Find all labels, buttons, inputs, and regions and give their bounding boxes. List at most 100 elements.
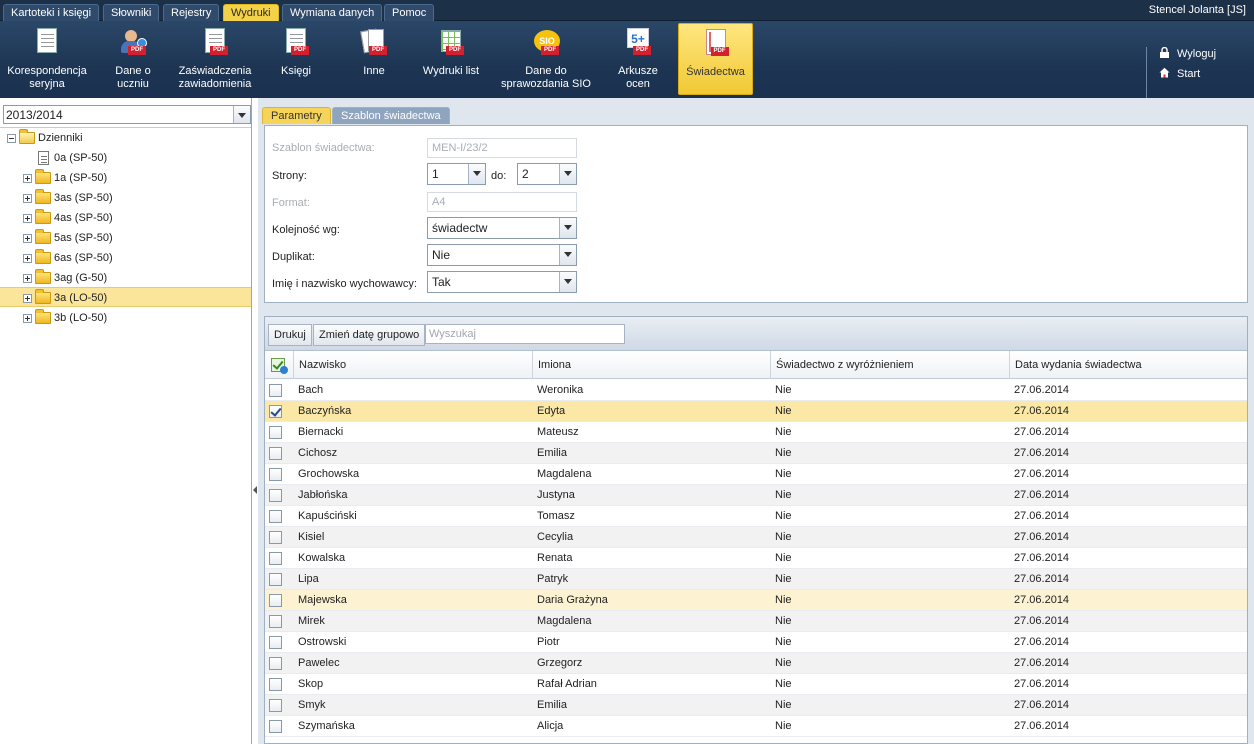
expand-icon[interactable] xyxy=(23,174,32,183)
row-checkbox[interactable] xyxy=(269,657,282,670)
expand-icon[interactable] xyxy=(23,194,32,203)
row-checkbox[interactable] xyxy=(269,699,282,712)
swiadectwa-button[interactable]: PDF Świadectwa xyxy=(678,23,753,95)
table-row[interactable]: Majewska Daria Grażyna Nie 27.06.2014 xyxy=(265,590,1247,611)
row-checkbox[interactable] xyxy=(269,594,282,607)
logout-link[interactable]: Wyloguj xyxy=(1159,46,1216,60)
tree-node[interactable]: 3as (SP-50) xyxy=(0,188,251,208)
change-date-button[interactable]: Zmień datę grupowo xyxy=(313,324,426,346)
column-data-wydania[interactable]: Data wydania świadectwa xyxy=(1009,351,1247,379)
row-checkbox[interactable] xyxy=(269,678,282,691)
expand-icon[interactable] xyxy=(23,254,32,263)
row-checkbox[interactable] xyxy=(269,468,282,481)
cell-data: 27.06.2014 xyxy=(1014,699,1070,711)
row-checkbox[interactable] xyxy=(269,384,282,397)
column-wyroznienie[interactable]: Świadectwo z wyróżnieniem xyxy=(770,351,1009,379)
row-checkbox[interactable] xyxy=(269,405,282,418)
tab-parametry[interactable]: Parametry xyxy=(262,107,331,124)
kolejnosc-select[interactable]: świadectw xyxy=(427,217,577,239)
table-row[interactable]: Kowalska Renata Nie 27.06.2014 xyxy=(265,548,1247,569)
cell-data: 27.06.2014 xyxy=(1014,531,1070,543)
row-checkbox[interactable] xyxy=(269,489,282,502)
chevron-down-icon[interactable] xyxy=(559,164,576,184)
tree-node-selected[interactable]: 3a (LO-50) xyxy=(0,287,251,307)
table-row[interactable]: Szymańska Alicja Nie 27.06.2014 xyxy=(265,716,1247,737)
row-checkbox[interactable] xyxy=(269,426,282,439)
dane-o-uczniu-button[interactable]: PDF Dane o uczniu xyxy=(108,23,158,95)
row-checkbox[interactable] xyxy=(269,531,282,544)
start-link[interactable]: Start xyxy=(1159,67,1200,80)
tree-root[interactable]: Dzienniki xyxy=(0,128,251,148)
strony-from-select[interactable]: 1 xyxy=(427,163,486,185)
arkusze-ocen-button[interactable]: 5+ PDF Arkusze ocen xyxy=(612,23,664,95)
table-row[interactable]: Bach Weronika Nie 27.06.2014 xyxy=(265,380,1247,401)
chevron-down-icon[interactable] xyxy=(233,106,250,123)
table-row[interactable]: Jabłońska Justyna Nie 27.06.2014 xyxy=(265,485,1247,506)
row-checkbox[interactable] xyxy=(269,615,282,628)
chevron-down-icon[interactable] xyxy=(559,245,576,265)
strony-to-value: 2 xyxy=(522,167,529,181)
strony-to-select[interactable]: 2 xyxy=(517,163,577,185)
table-row[interactable]: Lipa Patryk Nie 27.06.2014 xyxy=(265,569,1247,590)
chevron-down-icon[interactable] xyxy=(559,218,576,238)
expand-icon[interactable] xyxy=(23,234,32,243)
tree-node[interactable]: 1a (SP-50) xyxy=(0,168,251,188)
table-row[interactable]: Pawelec Grzegorz Nie 27.06.2014 xyxy=(265,653,1247,674)
inne-button[interactable]: PDF Inne xyxy=(348,23,400,95)
zaswiadczenia-button[interactable]: PDF Zaświadczenia zawiadomienia xyxy=(172,23,258,95)
cell-wyroznienie: Nie xyxy=(775,426,792,438)
table-row[interactable]: Cichosz Emilia Nie 27.06.2014 xyxy=(265,443,1247,464)
tree-node[interactable]: 4as (SP-50) xyxy=(0,208,251,228)
row-checkbox[interactable] xyxy=(269,573,282,586)
search-input[interactable]: Wyszukaj xyxy=(425,324,625,344)
collapse-icon[interactable] xyxy=(7,134,16,143)
chevron-down-icon[interactable] xyxy=(559,272,576,292)
row-checkbox[interactable] xyxy=(269,552,282,565)
menu-rejestry[interactable]: Rejestry xyxy=(163,4,220,21)
table-row[interactable]: Kisiel Cecylia Nie 27.06.2014 xyxy=(265,527,1247,548)
print-button[interactable]: Drukuj xyxy=(268,324,312,346)
ksiegi-button[interactable]: PDF Księgi xyxy=(270,23,322,95)
top-menu-bar: Kartoteki i księgi Słowniki Rejestry Wyd… xyxy=(0,0,1254,21)
wydruki-list-button[interactable]: PDF Wydruki list xyxy=(418,23,484,95)
expand-icon[interactable] xyxy=(23,314,32,323)
menu-slowniki[interactable]: Słowniki xyxy=(103,4,160,21)
table-row[interactable]: Kapuściński Tomasz Nie 27.06.2014 xyxy=(265,506,1247,527)
tree-node[interactable]: 5as (SP-50) xyxy=(0,228,251,248)
cell-data: 27.06.2014 xyxy=(1014,594,1070,606)
table-row[interactable]: Mirek Magdalena Nie 27.06.2014 xyxy=(265,611,1247,632)
table-row[interactable]: Smyk Emilia Nie 27.06.2014 xyxy=(265,695,1247,716)
tree-node[interactable]: 6as (SP-50) xyxy=(0,248,251,268)
dane-ucznia-label: Dane o uczniu xyxy=(115,65,151,90)
szablon-field: MEN-I/23/2 xyxy=(427,138,577,158)
duplikat-select[interactable]: Nie xyxy=(427,244,577,266)
cell-wyroznienie: Nie xyxy=(775,531,792,543)
expand-icon[interactable] xyxy=(23,214,32,223)
table-row[interactable]: Grochowska Magdalena Nie 27.06.2014 xyxy=(265,464,1247,485)
tree-node[interactable]: 3b (LO-50) xyxy=(0,308,251,328)
table-row[interactable]: Baczyńska Edyta Nie 27.06.2014 xyxy=(265,401,1247,422)
tab-szablon-swiadectwa[interactable]: Szablon świadectwa xyxy=(332,107,450,124)
table-row[interactable]: Biernacki Mateusz Nie 27.06.2014 xyxy=(265,422,1247,443)
column-nazwisko[interactable]: Nazwisko xyxy=(293,351,532,379)
row-checkbox[interactable] xyxy=(269,510,282,523)
menu-kartoteki[interactable]: Kartoteki i księgi xyxy=(3,4,100,21)
menu-wydruki[interactable]: Wydruki xyxy=(223,4,279,21)
row-checkbox[interactable] xyxy=(269,720,282,733)
row-checkbox[interactable] xyxy=(269,636,282,649)
year-select[interactable]: 2013/2014 xyxy=(3,105,251,124)
menu-wymiana-danych[interactable]: Wymiana danych xyxy=(282,4,383,21)
imie-wychowawcy-select[interactable]: Tak xyxy=(427,271,577,293)
tree-node[interactable]: 0a (SP-50) xyxy=(0,148,251,168)
tree-node[interactable]: 3ag (G-50) xyxy=(0,268,251,288)
dane-sio-button[interactable]: SIO PDF Dane do sprawozdania SIO xyxy=(500,23,592,95)
chevron-down-icon[interactable] xyxy=(468,164,485,184)
row-checkbox[interactable] xyxy=(269,447,282,460)
column-imiona[interactable]: Imiona xyxy=(532,351,770,379)
menu-pomoc[interactable]: Pomoc xyxy=(384,4,435,21)
table-row[interactable]: Skop Rafał Adrian Nie 27.06.2014 xyxy=(265,674,1247,695)
expand-icon[interactable] xyxy=(23,274,32,283)
korespondencja-seryjna-button[interactable]: Korespondencja seryjna xyxy=(2,23,92,95)
expand-icon[interactable] xyxy=(23,294,32,303)
table-row[interactable]: Ostrowski Piotr Nie 27.06.2014 xyxy=(265,632,1247,653)
